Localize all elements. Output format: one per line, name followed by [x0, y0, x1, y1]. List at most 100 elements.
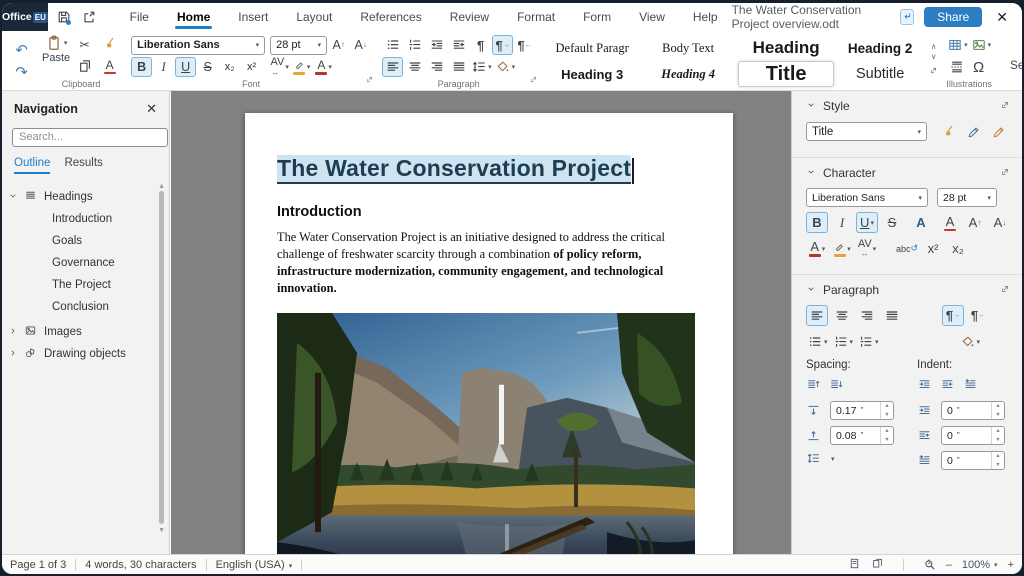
superscript-button[interactable]: x² — [922, 238, 944, 259]
copy-button[interactable] — [74, 56, 95, 76]
menu-format[interactable]: Format — [503, 5, 569, 30]
align-right-button[interactable] — [856, 305, 878, 326]
style-heading-3[interactable]: Heading 3 — [546, 61, 638, 87]
clone-formatting-button[interactable] — [99, 34, 120, 54]
paragraph-background-button[interactable]: ▾ — [959, 331, 982, 352]
chevron-right-icon[interactable] — [2, 348, 24, 361]
tree-item-headings[interactable]: Headings — [2, 186, 169, 208]
spinner-arrows[interactable]: ▲▼ — [991, 402, 1004, 419]
undo-button[interactable]: ↶ — [11, 40, 32, 60]
menu-review[interactable]: Review — [436, 5, 503, 30]
insert-image-button[interactable]: ▾ — [970, 35, 993, 55]
font-size-combobox[interactable]: 28 pt▾ — [270, 36, 327, 55]
character-dialog-launcher-icon[interactable] — [1000, 166, 1010, 180]
paste-button[interactable]: ▾ Paste — [42, 34, 70, 64]
line-spacing-icon[interactable] — [806, 451, 824, 466]
grow-font-button[interactable]: A↑ — [964, 212, 986, 233]
style-heading-1[interactable]: Heading — [738, 35, 834, 61]
style-dialog-launcher-icon[interactable] — [1000, 99, 1010, 113]
insert-page-break-button[interactable] — [946, 57, 967, 77]
document-title-text[interactable]: The Water Conservation Project — [277, 155, 631, 184]
style-body-text[interactable]: Body Text — [642, 35, 734, 61]
spacing-below-field[interactable]: 0.08" ▲▼ — [830, 426, 894, 445]
shrink-font-button[interactable]: A↓ — [350, 35, 371, 55]
menu-form[interactable]: Form — [569, 5, 625, 30]
paragraph-dialog-launcher-icon[interactable] — [529, 71, 538, 89]
paragraph-dialog-launcher-icon[interactable] — [1000, 283, 1010, 297]
decrease-indent-icon[interactable] — [940, 377, 955, 395]
font-color-button[interactable]: A▾ — [313, 57, 334, 77]
character-spacing-button[interactable]: AV↔▾ — [856, 238, 878, 259]
chevron-down-icon[interactable] — [806, 283, 816, 297]
paragraph-style-combobox[interactable]: Title▾ — [806, 122, 927, 141]
tree-item-goals[interactable]: Goals — [2, 230, 169, 252]
underline-button[interactable]: U — [175, 57, 196, 77]
indent-before-field[interactable]: 0" ▲▼ — [941, 401, 1005, 420]
tab-results[interactable]: Results — [64, 157, 102, 174]
outline-list-button[interactable]: ▾ — [857, 331, 880, 352]
paragraph-background-button[interactable]: ▾ — [494, 57, 517, 77]
update-style-button[interactable] — [963, 121, 985, 142]
decrease-indent-button[interactable] — [448, 35, 469, 55]
styles-scroll-down-icon[interactable]: ∨ — [931, 53, 937, 62]
style-title-selected[interactable]: Title — [738, 61, 834, 87]
highlight-color-button[interactable]: ▾ — [831, 238, 853, 259]
document-heading-introduction[interactable]: Introduction — [277, 204, 701, 220]
formatting-marks-button[interactable]: ¶ — [470, 35, 491, 55]
bullet-list-button[interactable]: ▾ — [806, 331, 829, 352]
spinner-arrows[interactable]: ▲▼ — [880, 402, 893, 419]
tree-item-conclusion[interactable]: Conclusion — [2, 296, 169, 318]
font-size-combobox[interactable]: 28 pt▾ — [937, 188, 997, 207]
align-center-button[interactable] — [831, 305, 853, 326]
paste-dropdown-caret[interactable]: ▾ — [64, 39, 68, 47]
tree-item-introduction[interactable]: Introduction — [2, 208, 169, 230]
font-dialog-launcher-icon[interactable] — [365, 71, 374, 89]
close-document-button[interactable]: ✕ — [992, 9, 1012, 26]
decrease-paragraph-spacing-icon[interactable] — [829, 377, 844, 395]
increase-indent-icon[interactable] — [917, 377, 932, 395]
spinner-arrows[interactable]: ▲▼ — [991, 452, 1004, 469]
align-right-button[interactable] — [426, 57, 447, 77]
navigation-close-button[interactable]: ✕ — [146, 101, 157, 117]
menu-references[interactable]: References — [346, 5, 435, 30]
zoom-level-selector[interactable]: 100%▾ — [962, 559, 998, 571]
document-saved-icon[interactable] — [900, 9, 914, 25]
bullet-list-button[interactable] — [382, 35, 403, 55]
menu-help[interactable]: Help — [679, 5, 732, 30]
document-body-paragraph[interactable]: The Water Conservation Project is an ini… — [277, 229, 701, 296]
align-left-button[interactable] — [806, 305, 828, 326]
character-spacing-button[interactable]: AV↔▾ — [269, 57, 290, 77]
style-default-paragraph[interactable]: Default Paragr — [546, 35, 638, 61]
numbered-list-button[interactable]: ▾ — [832, 331, 855, 352]
spacing-above-field[interactable]: 0.17" ▲▼ — [830, 401, 894, 420]
right-to-left-button[interactable]: ¶← — [967, 305, 989, 326]
font-color-button[interactable]: A▾ — [806, 238, 828, 259]
cut-button[interactable]: ✂ — [74, 34, 95, 54]
right-to-left-button[interactable]: ¶← — [514, 35, 535, 55]
underline-button[interactable]: U▾ — [856, 212, 878, 233]
menu-file[interactable]: File — [116, 5, 163, 30]
menu-home[interactable]: Home — [163, 5, 224, 30]
left-to-right-button[interactable]: ¶→ — [492, 35, 513, 55]
style-subtitle[interactable]: Subtitle — [838, 61, 922, 87]
zoom-reset-icon[interactable]: 1 — [923, 558, 936, 571]
open-in-new-window-button[interactable] — [81, 7, 98, 27]
spinner-arrows[interactable]: ▲▼ — [880, 427, 893, 444]
strikethrough-button[interactable]: S — [881, 212, 903, 233]
nav-scroll-down-icon[interactable]: ▼ — [158, 527, 165, 534]
spinner-arrows[interactable]: ▲▼ — [991, 427, 1004, 444]
word-count-label[interactable]: 4 words, 30 characters — [85, 559, 196, 571]
language-selector[interactable]: English (USA) ▾ — [216, 559, 293, 571]
style-heading-4[interactable]: Heading 4 — [642, 61, 734, 87]
menu-view[interactable]: View — [625, 5, 679, 30]
increase-paragraph-spacing-icon[interactable] — [806, 377, 821, 395]
chevron-down-icon[interactable] — [2, 191, 24, 204]
menu-layout[interactable]: Layout — [282, 5, 346, 30]
menu-insert[interactable]: Insert — [224, 5, 282, 30]
multi-page-view-icon[interactable] — [871, 557, 884, 573]
chevron-down-icon[interactable] — [806, 166, 816, 180]
align-left-button[interactable] — [382, 57, 403, 77]
page-count-label[interactable]: Page 1 of 3 — [10, 559, 66, 571]
clear-formatting-button[interactable]: A — [939, 212, 961, 233]
left-to-right-button[interactable]: ¶→ — [942, 305, 964, 326]
